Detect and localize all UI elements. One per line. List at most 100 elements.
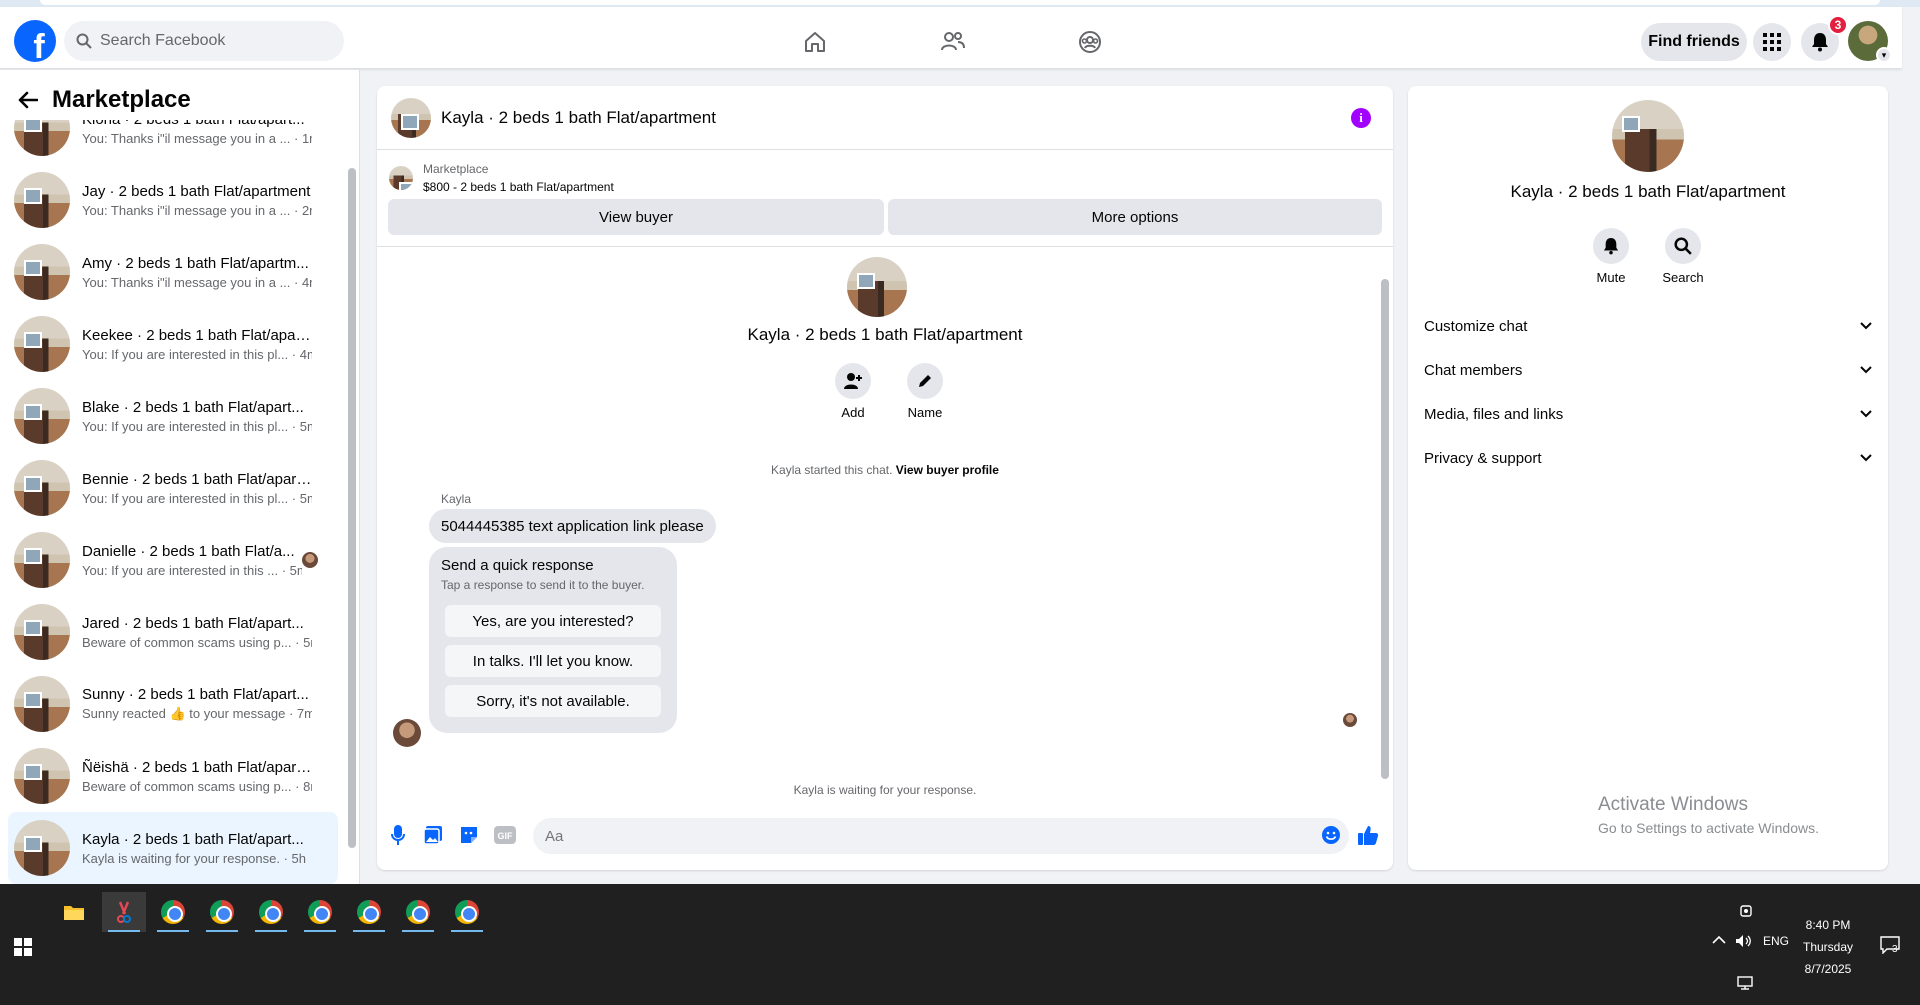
search-facebook-input[interactable]: Search Facebook <box>64 21 344 61</box>
search-placeholder: Search Facebook <box>100 32 226 49</box>
sidebar-scrollbar[interactable] <box>348 158 356 860</box>
sidebar-header: Marketplace <box>0 80 350 120</box>
quick-response-subtitle: Tap a response to send it to the buyer. <box>441 578 645 592</box>
listing-thumbnail <box>14 388 70 444</box>
search-icon <box>1674 237 1692 255</box>
chrome-icon[interactable] <box>445 892 489 932</box>
back-arrow-icon[interactable] <box>18 91 38 109</box>
customize-chat-row[interactable]: Customize chat <box>1424 306 1872 346</box>
chevron-down-icon: ▾ <box>1876 47 1892 63</box>
quick-reply-not-available-button[interactable]: Sorry, it's not available. <box>445 685 661 717</box>
list-item[interactable]: Sunny · 2 beds 1 bath Flat/apart... Sunny… <box>8 668 338 740</box>
action-center-icon[interactable]: 3 <box>1880 936 1900 957</box>
list-item[interactable]: Jared · 2 beds 1 bath Flat/apart... Bewar… <box>8 596 338 668</box>
groups-icon[interactable] <box>1075 27 1105 57</box>
account-avatar[interactable]: ▾ <box>1848 21 1892 63</box>
thumbs-up-icon[interactable] <box>1357 824 1379 846</box>
menu-grid-icon[interactable] <box>1753 23 1791 61</box>
chevron-up-icon[interactable] <box>1712 934 1726 948</box>
quick-reply-in-talks-button[interactable]: In talks. I'll let you know. <box>445 645 661 677</box>
search-in-chat-button[interactable]: Search <box>1653 228 1713 285</box>
listing-summary[interactable]: Marketplace $800 - 2 beds 1 bath Flat/ap… <box>389 158 614 198</box>
message-composer: GIF <box>377 806 1393 862</box>
list-item[interactable]: Bennie · 2 beds 1 bath Flat/apart... You:… <box>8 452 338 524</box>
listing-price-title: $800 - 2 beds 1 bath Flat/apartment <box>423 180 614 194</box>
home-icon[interactable] <box>800 27 830 57</box>
snipping-tool-icon[interactable] <box>102 892 146 932</box>
quick-reply-yes-button[interactable]: Yes, are you interested? <box>445 605 661 637</box>
view-buyer-button[interactable]: View buyer <box>388 199 884 235</box>
media-files-links-row[interactable]: Media, files and links <box>1424 394 1872 434</box>
chat-info-name: Kayla · 2 beds 1 bath Flat/apartment <box>1510 182 1786 201</box>
chat-info-panel: Kayla · 2 beds 1 bath Flat/apartment Mut… <box>1408 86 1888 870</box>
listing-thumbnail <box>14 748 70 804</box>
buyer-avatar <box>393 719 421 747</box>
mute-button[interactable]: Mute <box>1581 228 1641 285</box>
chevron-down-icon <box>1860 366 1872 374</box>
volume-icon[interactable] <box>1735 934 1753 951</box>
pencil-icon <box>919 375 931 387</box>
list-item[interactable]: Amy · 2 beds 1 bath Flat/apartm... You: T… <box>8 236 338 308</box>
chrome-icon[interactable] <box>396 892 440 932</box>
page-scrollbar[interactable] <box>1904 70 1920 884</box>
message-sender: Kayla <box>441 492 472 506</box>
listing-thumbnail <box>14 820 70 876</box>
file-explorer-icon[interactable] <box>52 892 96 932</box>
quick-response-card: Send a quick response Tap a response to … <box>429 547 677 733</box>
waiting-status: Kayla is waiting for your response. <box>793 783 977 797</box>
facebook-logo[interactable]: f <box>14 20 56 62</box>
language-indicator[interactable]: ENG <box>1763 934 1789 948</box>
chrome-icon[interactable] <box>298 892 342 932</box>
system-clock[interactable]: 8:40 PM Thursday 8/7/2025 <box>1790 914 1866 980</box>
chrome-icon[interactable] <box>347 892 391 932</box>
quick-response-title: Send a quick response <box>441 557 594 574</box>
browser-strip <box>0 0 1920 7</box>
seen-avatar <box>302 552 318 568</box>
add-member-button[interactable]: Add <box>823 363 883 420</box>
chat-title[interactable]: Kayla · 2 beds 1 bath Flat/apartment <box>441 108 716 128</box>
gif-icon[interactable]: GIF <box>494 824 516 846</box>
page-title: Marketplace <box>52 86 191 113</box>
more-options-button[interactable]: More options <box>888 199 1382 235</box>
find-friends-button[interactable]: Find friends <box>1641 23 1747 61</box>
rename-button[interactable]: Name <box>895 363 955 420</box>
photo-icon[interactable] <box>422 824 444 846</box>
emoji-icon[interactable] <box>1320 824 1342 846</box>
windows-taskbar: ENG 8:40 PM Thursday 8/7/2025 3 <box>0 884 1920 1005</box>
list-item[interactable]: Keekee · 2 beds 1 bath Flat/apar... You: … <box>8 308 338 380</box>
list-item[interactable]: Blake · 2 beds 1 bath Flat/apart... You: … <box>8 380 338 452</box>
chat-members-row[interactable]: Chat members <box>1424 350 1872 390</box>
chat-scrollbar[interactable] <box>1381 249 1389 801</box>
message-bubble[interactable]: 5044445385 text application link please <box>429 509 716 543</box>
sticker-icon[interactable] <box>458 824 480 846</box>
network-icon[interactable] <box>1737 976 1753 993</box>
chat-avatar-large <box>847 257 907 317</box>
meet-now-icon[interactable] <box>1739 904 1753 921</box>
chat-avatar-small <box>391 97 431 138</box>
friends-icon[interactable] <box>938 27 968 57</box>
list-item[interactable]: Ñëishä · 2 beds 1 bath Flat/apart... Bewa… <box>8 740 338 812</box>
listing-thumbnail <box>14 604 70 660</box>
chat-window: Kayla · 2 beds 1 bath Flat/apartment i M… <box>377 86 1393 870</box>
chrome-icon[interactable] <box>151 892 195 932</box>
list-item[interactable]: Jay · 2 beds 1 bath Flat/apartment You: T… <box>8 164 338 236</box>
windows-start-icon[interactable] <box>14 938 32 961</box>
chat-header: Kayla · 2 beds 1 bath Flat/apartment i <box>377 86 1393 150</box>
microphone-icon[interactable] <box>387 824 409 846</box>
message-input[interactable] <box>533 818 1349 854</box>
list-item[interactable]: Danielle · 2 beds 1 bath Flat/a... You: I… <box>8 524 338 596</box>
listing-caption: Marketplace <box>423 162 489 176</box>
listing-thumbnail <box>389 166 413 190</box>
chat-started-notice: Kayla started this chat. View buyer prof… <box>771 463 999 477</box>
list-item-active[interactable]: Kayla · 2 beds 1 bath Flat/apart... Kayla… <box>8 812 338 884</box>
bell-icon <box>1603 238 1619 255</box>
privacy-support-row[interactable]: Privacy & support <box>1424 438 1872 478</box>
chevron-down-icon <box>1860 322 1872 330</box>
marketplace-sidebar: Marketplace Kiona · 2 beds 1 bath Flat/a… <box>0 70 360 884</box>
chrome-icon[interactable] <box>249 892 293 932</box>
chrome-icon[interactable] <box>200 892 244 932</box>
listing-thumbnail <box>14 676 70 732</box>
info-icon[interactable]: i <box>1351 108 1371 128</box>
view-buyer-profile-link[interactable]: View buyer profile <box>896 463 999 477</box>
listing-thumbnail <box>14 244 70 300</box>
